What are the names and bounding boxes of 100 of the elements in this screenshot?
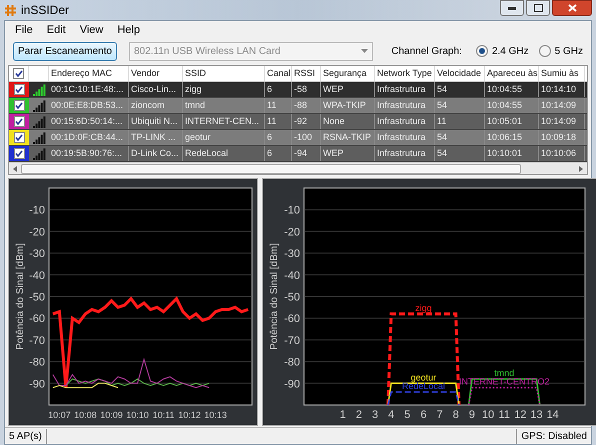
band-radio[interactable]: 2.4 GHz	[476, 44, 529, 58]
y-tick-label: -50	[284, 292, 300, 304]
table-cell: None	[321, 114, 375, 129]
table-row[interactable]: 00:1C:10:1E:48:... Cisco-Lin... zigg 6 -58 WEP Infrastrutura 54 10:04:55 10:14:10	[9, 82, 587, 98]
table-cell: 00:15:6D:50:14:...	[49, 114, 129, 129]
column-header[interactable]: Endereço MAC	[49, 66, 129, 81]
x-tick-label: 5	[404, 409, 410, 421]
menu-item[interactable]: Help	[111, 22, 146, 38]
table-row[interactable]: 00:19:5B:90:76:... D-Link Co... RedeLocal 6 -94 WEP Infrastrutura 54 10:10:01 10:10:06	[9, 146, 587, 162]
table-cell: -94	[292, 146, 321, 161]
table-cell: 10:05:01	[485, 114, 539, 129]
table-cell: zigg	[183, 82, 265, 97]
table-cell: RSNA-TKIP	[321, 130, 375, 145]
table-cell: 54	[435, 146, 485, 161]
table-cell: 10:06:15	[485, 130, 539, 145]
column-header[interactable]: Canal	[265, 66, 292, 81]
table-cell: -58	[292, 82, 321, 97]
y-tick-label: -10	[284, 204, 300, 217]
table-cell: Infrastrutura	[375, 130, 435, 145]
column-header[interactable]: Network Type	[375, 66, 435, 81]
table-row[interactable]: 00:0E:E8:DB:53... zioncom tmnd 11 -88 WPA-TKIP Infrastrutura 54 10:04:55 10:14:09	[9, 98, 587, 114]
table-cell: Infrastrutura	[375, 114, 435, 129]
column-header[interactable]: Apareceu às	[485, 66, 539, 81]
x-tick-label: 14	[546, 409, 559, 421]
x-tick-label: 13	[530, 409, 543, 421]
scan-button[interactable]: Parar Escaneamento	[13, 42, 117, 60]
column-header[interactable]: RSSI	[292, 66, 321, 81]
table-cell: -100	[292, 130, 321, 145]
checkbox[interactable]	[14, 84, 24, 95]
x-tick-label: 11	[498, 409, 510, 421]
table-cell: Cisco-Lin...	[129, 82, 183, 97]
menu-item[interactable]: Edit	[40, 22, 72, 38]
table-cell: -92	[292, 114, 321, 129]
x-tick-label: 8	[452, 409, 459, 421]
y-tick-label: -60	[284, 313, 300, 326]
table-cell: WEP	[321, 146, 375, 161]
table-cell: D-Link Co...	[129, 146, 183, 161]
column-header[interactable]: Vendor	[129, 66, 183, 81]
table-cell: zioncom	[129, 98, 183, 113]
x-tick-label: 10:07	[48, 410, 71, 420]
x-tick-label: 7	[436, 409, 443, 421]
table-cell: TP-LINK ...	[129, 130, 183, 145]
table-row[interactable]: 00:1D:0F:CB:44... TP-LINK ... geotur 6 -100 RSNA-TKIP Infrastrutura 54 10:06:15 10:09:18	[9, 130, 587, 146]
table-cell: 10:14:09	[539, 114, 585, 129]
network-label: tmnd	[494, 368, 514, 378]
table-cell: 54	[435, 98, 485, 113]
table-cell: 54	[435, 82, 485, 97]
scroll-left-icon	[13, 166, 17, 172]
maximize-icon	[534, 4, 542, 12]
column-header[interactable]: Sumiu às	[539, 66, 585, 81]
y-tick-label: -20	[284, 226, 300, 238]
minimize-button[interactable]	[500, 0, 524, 16]
table-cell: INTERNET-CEN...	[183, 114, 265, 129]
table-cell: 10:10:06	[539, 146, 585, 161]
ap-count: 5 AP(s)	[5, 428, 47, 444]
x-tick-label: 1	[340, 409, 346, 421]
table-cell: 54	[435, 130, 485, 145]
x-tick-label: 10:10	[126, 410, 149, 420]
close-button[interactable]	[552, 0, 592, 16]
table-cell: 10:09:18	[539, 130, 585, 145]
column-header[interactable]: SSID	[183, 66, 265, 81]
y-tick-label: -40	[29, 270, 45, 282]
checkbox[interactable]	[14, 116, 24, 127]
table-cell: 10:10:01	[485, 146, 539, 161]
table-cell: Infrastrutura	[375, 98, 435, 113]
column-header[interactable]: Segurança	[321, 66, 375, 81]
y-tick-label: -10	[29, 204, 45, 217]
table-cell: 11	[265, 114, 292, 129]
table-cell: Infrastrutura	[375, 82, 435, 97]
x-tick-label: 10:09	[100, 410, 123, 420]
menu-item[interactable]: File	[9, 22, 39, 38]
table-cell: 10:04:55	[485, 98, 539, 113]
table-cell: 11	[435, 114, 485, 129]
scroll-right-icon	[579, 166, 583, 172]
horizontal-scrollbar[interactable]	[9, 162, 587, 174]
checkbox[interactable]	[14, 148, 24, 159]
table-cell: 00:1D:0F:CB:44...	[49, 130, 129, 145]
x-tick-label: 12	[514, 409, 527, 421]
channel-graph-label: Channel Graph:	[391, 44, 462, 58]
x-tick-label: 10	[482, 409, 494, 421]
y-tick-label: -60	[29, 313, 45, 326]
table-cell: 00:1C:10:1E:48:...	[49, 82, 129, 97]
table-cell: Ubiquiti N...	[129, 114, 183, 129]
x-tick-label: 10:11	[152, 410, 174, 420]
maximize-button[interactable]	[526, 0, 550, 16]
table-row[interactable]: 00:15:6D:50:14:... Ubiquiti N... INTERNET-CEN... 11 -92 None Infrastrutura 11 10:05:01 10:14:09	[9, 114, 587, 130]
scrollbar-thumb[interactable]	[21, 164, 521, 174]
checkbox[interactable]	[13, 68, 24, 79]
y-tick-label: -70	[29, 334, 45, 347]
menu-item[interactable]: View	[74, 22, 110, 38]
band-radio[interactable]: 5 GHz	[538, 44, 583, 58]
column-header[interactable]: Velocidade	[435, 66, 485, 81]
x-tick-label: 4	[388, 409, 394, 421]
y-axis-title: Potência do Sinal [dBm]	[269, 243, 280, 350]
y-tick-label: -50	[29, 292, 45, 304]
table-cell: RedeLocal	[183, 146, 265, 161]
network-label: zigg	[415, 302, 432, 313]
minimize-icon	[508, 6, 516, 10]
checkbox[interactable]	[14, 100, 24, 111]
checkbox[interactable]	[14, 132, 24, 143]
